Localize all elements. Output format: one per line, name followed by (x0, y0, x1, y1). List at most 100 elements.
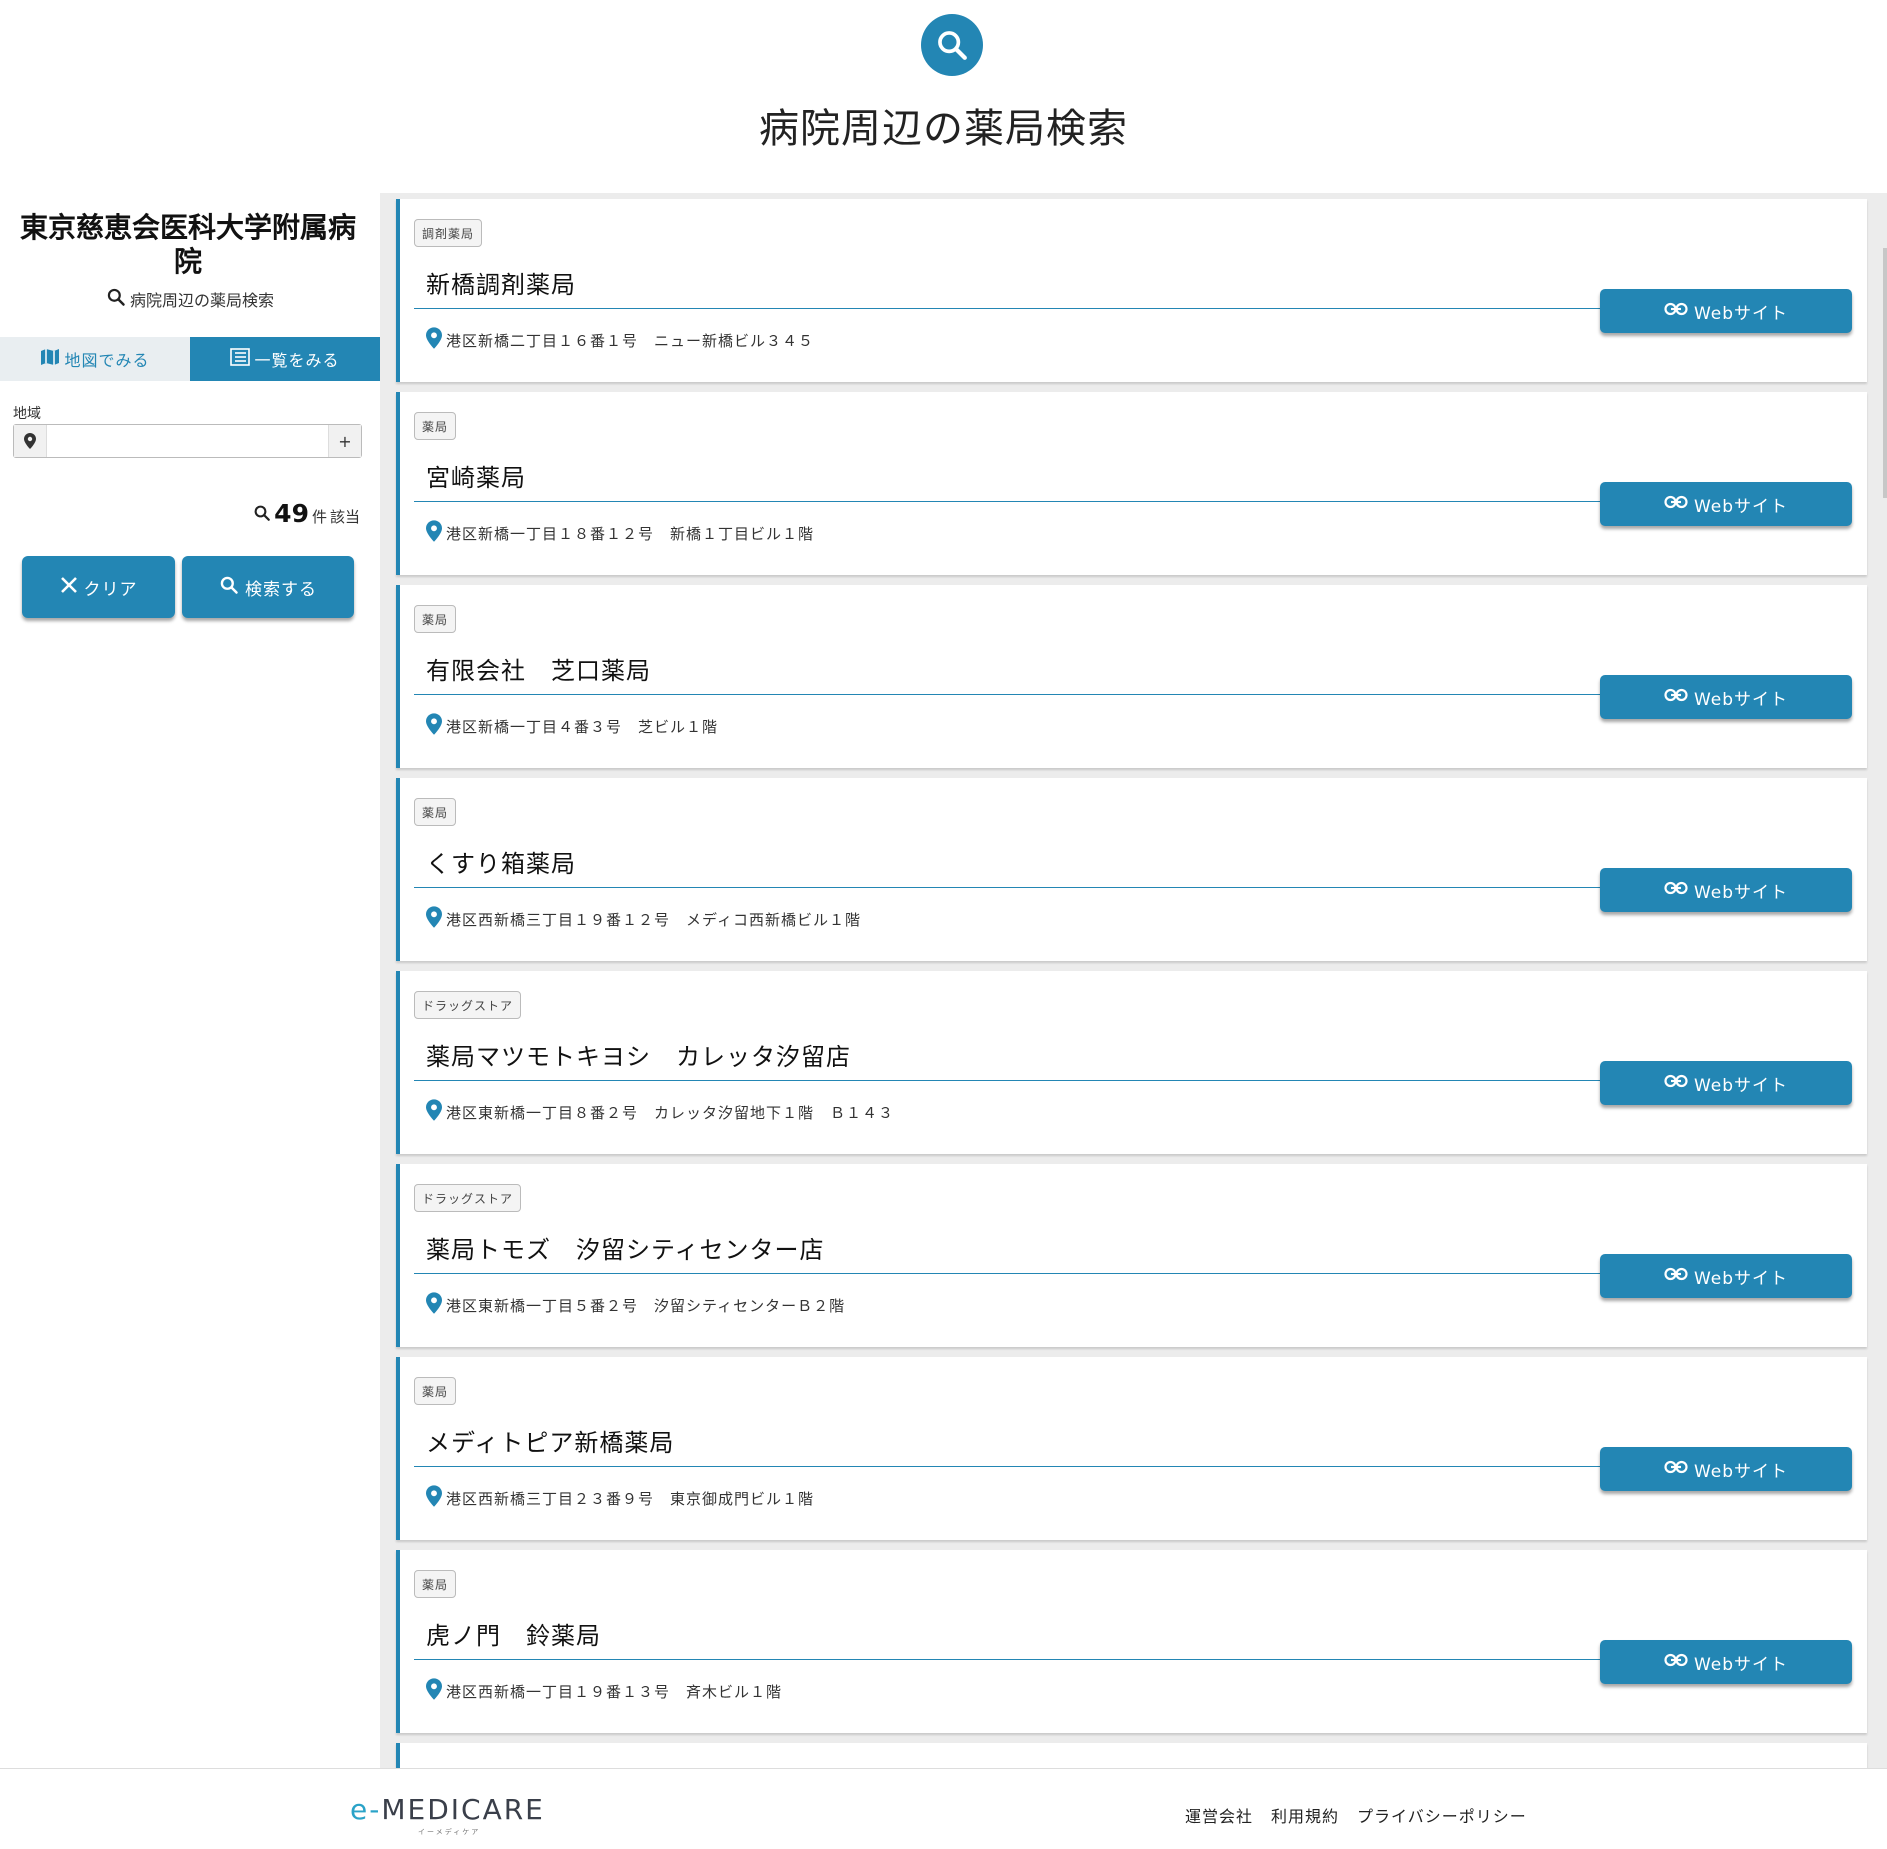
page-footer: e-MEDICARE イーメディケア 運営会社 利用規約 プライバシーポリシー (0, 1768, 1887, 1849)
map-pin-icon (426, 1292, 442, 1318)
result-count: 49 件 該当 (253, 499, 360, 528)
address-text: 港区東新橋一丁目５番２号 汐留シティセンターＢ２階 (446, 1296, 846, 1315)
pharmacy-name: 虎ノ門 鈴薬局 (426, 1622, 601, 1650)
website-label: Webサイト (1693, 1075, 1789, 1096)
divider (414, 1080, 1609, 1081)
pharmacy-name: 薬局トモズ 汐留シティセンター店 (426, 1236, 825, 1264)
close-icon (60, 576, 78, 599)
website-button[interactable]: Webサイト (1600, 289, 1852, 333)
address-text: 港区東新橋一丁目８番２号 カレッタ汐留地下１階 Ｂ１４３ (446, 1103, 895, 1122)
map-pin-icon (426, 327, 442, 353)
pharmacy-card: 薬局 メディトピア新橋薬局 港区西新橋三丁目２３番９号 東京御成門ビル１階 We… (396, 1357, 1867, 1540)
divider (414, 1659, 1609, 1660)
pharmacy-name: 宮崎薬局 (426, 464, 526, 492)
category-badge: 薬局 (414, 798, 457, 826)
website-button[interactable]: Webサイト (1600, 482, 1852, 526)
pharmacy-address: 港区東新橋一丁目８番２号 カレッタ汐留地下１階 Ｂ１４３ (426, 1099, 894, 1125)
tab-map-view[interactable]: 地図でみる (0, 337, 190, 381)
pharmacy-card: 薬局 宮崎薬局 港区新橋一丁目１８番１２号 新橋１丁目ビル１階 Webサイト (396, 392, 1867, 575)
clear-button[interactable]: クリア (22, 556, 175, 618)
footer-link-privacy[interactable]: プライバシーポリシー (1357, 1803, 1527, 1827)
divider (414, 1273, 1609, 1274)
divider (414, 308, 1609, 309)
website-button[interactable]: Webサイト (1600, 675, 1852, 719)
hospital-name: 東京慈恵会医科大学附属病院 (19, 211, 356, 278)
address-text: 港区新橋一丁目１８番１２号 新橋１丁目ビル１階 (446, 524, 815, 543)
category-badge: 薬局 (414, 1570, 457, 1598)
pharmacy-card: 調剤薬局 新橋調剤薬局 港区新橋二丁目１６番１号 ニュー新橋ビル３４５ Webサ… (396, 199, 1867, 382)
map-pin-icon (426, 1678, 442, 1704)
list-scrollbar[interactable] (1883, 248, 1887, 498)
clear-label: クリア (83, 579, 138, 600)
pharmacy-name: メディトピア新橋薬局 (426, 1429, 675, 1457)
website-button[interactable]: Webサイト (1600, 1640, 1852, 1684)
footer-link-company[interactable]: 運営会社 (1185, 1803, 1253, 1827)
link-icon (1664, 880, 1688, 900)
pharmacy-name: くすり箱薬局 (426, 850, 576, 878)
website-label: Webサイト (1693, 1268, 1789, 1289)
map-pin-icon (426, 520, 442, 546)
category-badge: 薬局 (414, 412, 457, 440)
link-icon (1664, 1652, 1688, 1672)
map-icon (40, 348, 60, 370)
list-icon (230, 348, 251, 370)
link-icon (1664, 1073, 1688, 1093)
pharmacy-list[interactable]: 調剤薬局 新橋調剤薬局 港区新橋二丁目１６番１号 ニュー新橋ビル３４５ Webサ… (380, 193, 1887, 1768)
map-pin-icon (426, 1099, 442, 1125)
divider (414, 887, 1609, 888)
pharmacy-card: 薬局 くすり箱薬局 港区西新橋三丁目１９番１２号 メディコ西新橋ビル１階 Web… (396, 778, 1867, 961)
result-count-unit: 件 (311, 508, 327, 526)
hospital-subtitle: 病院周辺の薬局検索 (0, 287, 380, 311)
map-pin-icon (14, 425, 47, 457)
pharmacy-name: 有限会社 芝口薬局 (426, 657, 651, 685)
website-button[interactable]: Webサイト (1600, 1254, 1852, 1298)
search-icon (921, 14, 983, 76)
e-medicare-logo[interactable]: e-MEDICARE (350, 1793, 545, 1826)
pharmacy-address: 港区西新橋一丁目１９番１３号 斉木ビル１階 (426, 1678, 782, 1704)
website-label: Webサイト (1693, 1461, 1789, 1482)
pharmacy-address: 港区新橋一丁目４番３号 芝ビル１階 (426, 713, 718, 739)
map-pin-icon (426, 713, 442, 739)
website-label: Webサイト (1693, 303, 1789, 324)
pharmacy-card: ドラッグストア 薬局トモズ 汐留シティセンター店 港区東新橋一丁目５番２号 汐留… (396, 1164, 1867, 1347)
tab-list-view[interactable]: 一覧をみる (190, 337, 380, 381)
area-label: 地域 (13, 406, 41, 422)
pharmacy-card: 薬局 有限会社 芝口薬局 港区新橋一丁目４番３号 芝ビル１階 Webサイト (396, 585, 1867, 768)
website-button[interactable]: Webサイト (1600, 1447, 1852, 1491)
footer-link-terms[interactable]: 利用規約 (1271, 1803, 1339, 1827)
search-icon (253, 504, 271, 526)
divider (414, 1466, 1609, 1467)
pharmacy-card: ドラッグストア 薬局マツモトキヨシ カレッタ汐留店 港区東新橋一丁目８番２号 カ… (396, 971, 1867, 1154)
website-label: Webサイト (1693, 882, 1789, 903)
search-icon (106, 287, 126, 311)
address-text: 港区西新橋一丁目１９番１３号 斉木ビル１階 (446, 1682, 783, 1701)
result-count-suffix: 該当 (329, 508, 360, 526)
website-label: Webサイト (1693, 496, 1789, 517)
pharmacy-name: 薬局マツモトキヨシ カレッタ汐留店 (426, 1043, 851, 1071)
area-add-button[interactable]: + (328, 425, 361, 457)
pharmacy-address: 港区西新橋三丁目２３番９号 東京御成門ビル１階 (426, 1485, 814, 1511)
category-badge: ドラッグストア (414, 1184, 522, 1212)
category-badge: 調剤薬局 (414, 219, 483, 247)
link-icon (1664, 494, 1688, 514)
address-text: 港区西新橋三丁目１９番１２号 メディコ西新橋ビル１階 (446, 910, 861, 929)
pharmacy-address: 港区新橋二丁目１６番１号 ニュー新橋ビル３４５ (426, 327, 814, 353)
pharmacy-card: 薬局 虎ノ門 鈴薬局 港区西新橋一丁目１９番１３号 斉木ビル１階 Webサイト (396, 1550, 1867, 1733)
area-input[interactable] (47, 425, 328, 457)
tab-map-label: 地図でみる (64, 351, 150, 370)
pharmacy-address: 港区東新橋一丁目５番２号 汐留シティセンターＢ２階 (426, 1292, 845, 1318)
search-button[interactable]: 検索する (182, 556, 354, 618)
website-button[interactable]: Webサイト (1600, 868, 1852, 912)
link-icon (1664, 1459, 1688, 1479)
website-button[interactable]: Webサイト (1600, 1061, 1852, 1105)
tab-list-label: 一覧をみる (254, 351, 340, 370)
search-icon (219, 575, 239, 600)
divider (414, 501, 1609, 502)
pharmacy-address: 港区西新橋三丁目１９番１２号 メディコ西新橋ビル１階 (426, 906, 861, 932)
link-icon (1664, 301, 1688, 321)
logo-subtitle: イーメディケア (418, 1828, 481, 1836)
website-label: Webサイト (1693, 1654, 1789, 1675)
footer-links: 運営会社 利用規約 プライバシーポリシー (1185, 1803, 1527, 1827)
search-label: 検索する (245, 579, 317, 600)
pharmacy-name: 新橋調剤薬局 (426, 271, 576, 299)
